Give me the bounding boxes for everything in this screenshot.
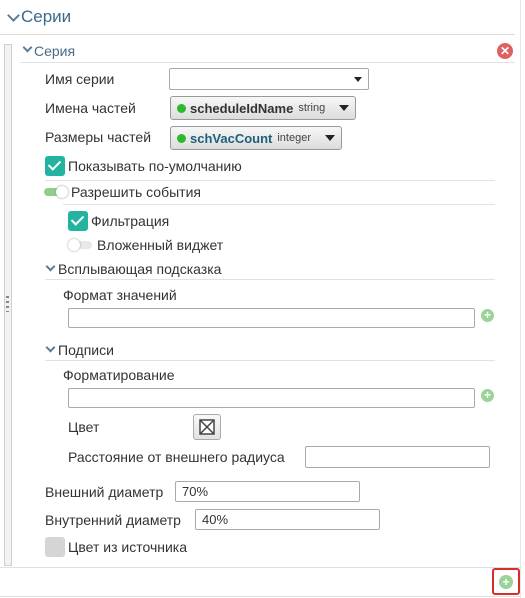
toggle-knob (56, 186, 68, 198)
color-from-source-checkbox[interactable] (45, 537, 65, 557)
divider (63, 204, 495, 205)
distance-input[interactable] (305, 446, 490, 468)
plus-circle-icon: + (499, 575, 513, 589)
format-values-input[interactable] (68, 308, 475, 328)
grip-dots (6, 296, 9, 312)
labels-section-toggle[interactable]: Подписи (44, 339, 164, 361)
allow-events-label: Разрешить события (71, 184, 201, 200)
allow-events-toggle[interactable] (44, 186, 68, 198)
no-color-icon (199, 419, 215, 435)
dropdown-arrow-icon (354, 77, 362, 82)
series-title: Серия (34, 43, 76, 59)
panel-title: Серии (21, 7, 72, 26)
remove-series-button[interactable]: ✕ (497, 43, 513, 59)
parts-sizes-dropdown[interactable]: schVacCount integer (170, 126, 342, 150)
labels-title: Подписи (58, 342, 114, 358)
toggle-knob (68, 239, 80, 251)
dropdown-arrow-icon (339, 105, 349, 111)
chevron-down-icon (22, 42, 33, 53)
color-picker-button[interactable] (193, 414, 221, 440)
tooltip-section-toggle[interactable]: Всплывающая подсказка (44, 258, 264, 280)
footer-divider (0, 567, 520, 568)
chevron-down-icon (45, 342, 56, 353)
formatting-input[interactable] (68, 388, 475, 408)
dropdown-arrow-icon (325, 135, 335, 141)
right-scroll-border (520, 0, 521, 598)
bottom-border (0, 596, 520, 597)
field-status-icon (177, 103, 186, 113)
show-default-label: Показывать по-умолчанию (68, 158, 242, 174)
series-name-label: Имя серии (45, 71, 115, 87)
format-values-label: Формат значений (63, 287, 177, 303)
add-format-button[interactable]: + (481, 309, 494, 322)
filter-label: Фильтрация (91, 213, 170, 229)
tooltip-title: Всплывающая подсказка (58, 261, 222, 277)
divider (45, 279, 495, 280)
show-default-checkbox[interactable] (45, 156, 65, 176)
color-from-source-label: Цвет из источника (68, 539, 188, 555)
outer-diameter-value: 70% (182, 484, 209, 499)
header-divider (0, 34, 515, 35)
series-panel-toggle[interactable]: Серии (0, 2, 200, 32)
parts-names-dropdown[interactable]: scheduleIdName string (170, 96, 356, 120)
series-toggle[interactable]: Серия (20, 40, 170, 62)
nested-widget-label: Вложенный виджет (97, 237, 224, 253)
divider (45, 180, 495, 181)
field-status-icon (177, 133, 186, 143)
chevron-down-icon (45, 261, 56, 272)
color-label: Цвет (68, 419, 100, 435)
inner-diameter-value: 40% (202, 512, 229, 527)
divider (45, 360, 495, 361)
parts-names-type: string (298, 102, 326, 114)
parts-names-label: Имена частей (45, 100, 136, 116)
parts-names-field: scheduleIdName (190, 100, 294, 116)
inner-diameter-label: Внутренний диаметр (45, 512, 181, 528)
series-name-select[interactable] (169, 68, 369, 90)
add-series-button[interactable]: + (492, 568, 520, 595)
parts-sizes-type: integer (277, 132, 311, 144)
formatting-label: Форматирование (63, 367, 175, 383)
filter-checkbox[interactable] (68, 211, 88, 231)
distance-label: Расстояние от внешнего радиуса (68, 449, 285, 465)
parts-sizes-label: Размеры частей (45, 129, 152, 145)
nested-widget-toggle[interactable] (68, 239, 92, 251)
inner-diameter-input[interactable]: 40% (195, 509, 380, 530)
chevron-down-icon (7, 9, 20, 22)
outer-diameter-input[interactable]: 70% (175, 481, 360, 502)
add-formatting-button[interactable]: + (481, 389, 494, 402)
series-divider (20, 62, 515, 63)
parts-sizes-field: schVacCount (190, 130, 273, 146)
outer-diameter-label: Внешний диаметр (45, 484, 164, 500)
